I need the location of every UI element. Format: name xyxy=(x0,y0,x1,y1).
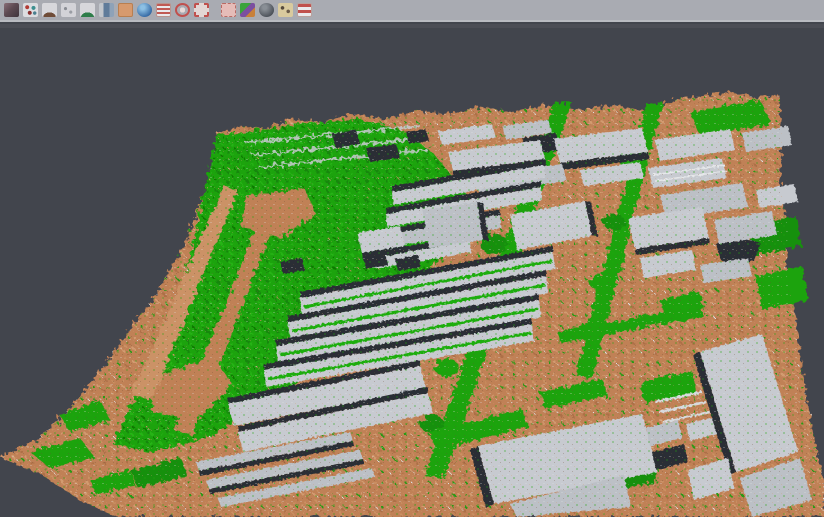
classification-icon[interactable] xyxy=(240,3,255,17)
toolbar xyxy=(0,0,824,22)
terrain-green-icon[interactable] xyxy=(80,3,95,17)
red-list-icon[interactable] xyxy=(156,3,171,17)
sparse-points-icon[interactable] xyxy=(61,3,76,17)
select-region-icon[interactable] xyxy=(221,3,236,17)
point-cloud-render xyxy=(0,28,824,517)
terrain-brown-icon[interactable] xyxy=(42,3,57,17)
target-icon[interactable] xyxy=(175,3,190,17)
ortho-image-icon[interactable] xyxy=(118,3,133,17)
point-cloud-icon[interactable] xyxy=(23,3,38,17)
application-window: { "window": { "kind": "3d-point-cloud-vi… xyxy=(0,0,824,517)
view3d-icon[interactable] xyxy=(4,3,19,17)
globe-icon[interactable] xyxy=(137,3,152,17)
texture-icon[interactable] xyxy=(278,3,293,17)
3d-viewport[interactable] xyxy=(0,28,824,517)
flag-icon[interactable] xyxy=(297,3,312,17)
profile-icon[interactable] xyxy=(99,3,114,17)
extent-icon[interactable] xyxy=(194,3,209,17)
toolbar-group-separator xyxy=(211,3,219,17)
dark-sphere-icon[interactable] xyxy=(259,3,274,17)
